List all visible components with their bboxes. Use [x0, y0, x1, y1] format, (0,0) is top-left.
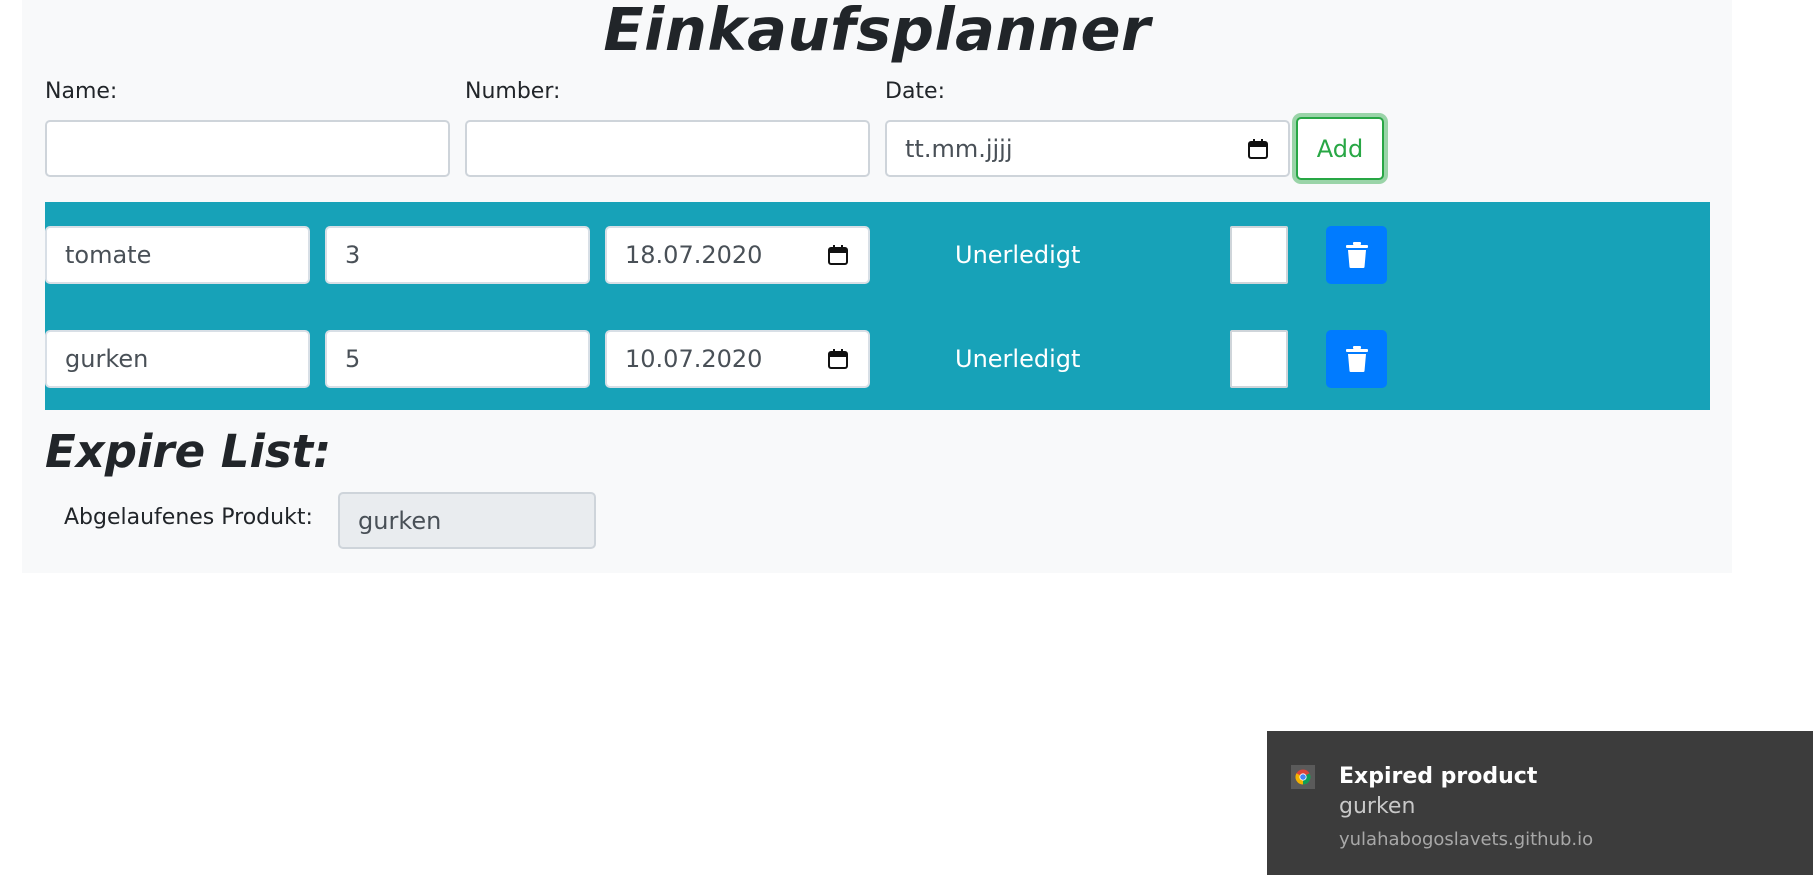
item-date-input[interactable]: 18.07.2020	[605, 226, 870, 284]
calendar-icon[interactable]	[826, 347, 850, 371]
planner-panel: Einkaufsplanner Name: Number: Date: tt.m…	[22, 0, 1732, 573]
name-label: Name:	[45, 79, 118, 104]
item-status: Unerledigt	[955, 241, 1081, 269]
delete-button[interactable]	[1326, 330, 1387, 388]
item-name-input[interactable]	[45, 226, 310, 284]
date-placeholder: tt.mm.jjjj	[905, 134, 1013, 163]
item-date-value: 10.07.2020	[625, 345, 763, 373]
date-input[interactable]: tt.mm.jjjj	[885, 120, 1290, 177]
trash-icon	[1345, 346, 1368, 372]
chrome-icon	[1291, 765, 1315, 789]
notification-body: gurken	[1339, 794, 1416, 819]
calendar-icon[interactable]	[1246, 137, 1270, 161]
name-input[interactable]	[45, 120, 450, 177]
page-title: Einkaufsplanner	[603, 0, 1151, 64]
date-label: Date:	[885, 79, 945, 104]
expired-notification[interactable]: Expired product gurken yulahabogoslavets…	[1267, 731, 1813, 875]
item-name-input[interactable]	[45, 330, 310, 388]
number-label: Number:	[465, 79, 561, 104]
expired-product-field	[338, 492, 596, 549]
expire-list-heading: Expire List:	[45, 425, 332, 478]
item-number-input[interactable]	[325, 330, 590, 388]
number-input[interactable]	[465, 120, 870, 177]
done-checkbox[interactable]	[1230, 226, 1288, 284]
done-checkbox[interactable]	[1230, 330, 1288, 388]
item-date-value: 18.07.2020	[625, 241, 763, 269]
list-item: 18.07.2020 Unerledigt	[45, 226, 1710, 284]
item-number-input[interactable]	[325, 226, 590, 284]
calendar-icon[interactable]	[826, 243, 850, 267]
item-date-input[interactable]: 10.07.2020	[605, 330, 870, 388]
expired-product-label: Abgelaufenes Produkt:	[64, 505, 313, 530]
notification-title: Expired product	[1339, 764, 1538, 789]
trash-icon	[1345, 242, 1368, 268]
item-status: Unerledigt	[955, 345, 1081, 373]
delete-button[interactable]	[1326, 226, 1387, 284]
list-item: 10.07.2020 Unerledigt	[45, 330, 1710, 388]
shopping-list: 18.07.2020 Unerledigt	[45, 202, 1710, 410]
notification-source: yulahabogoslavets.github.io	[1339, 829, 1594, 850]
add-button[interactable]: Add	[1296, 117, 1384, 180]
